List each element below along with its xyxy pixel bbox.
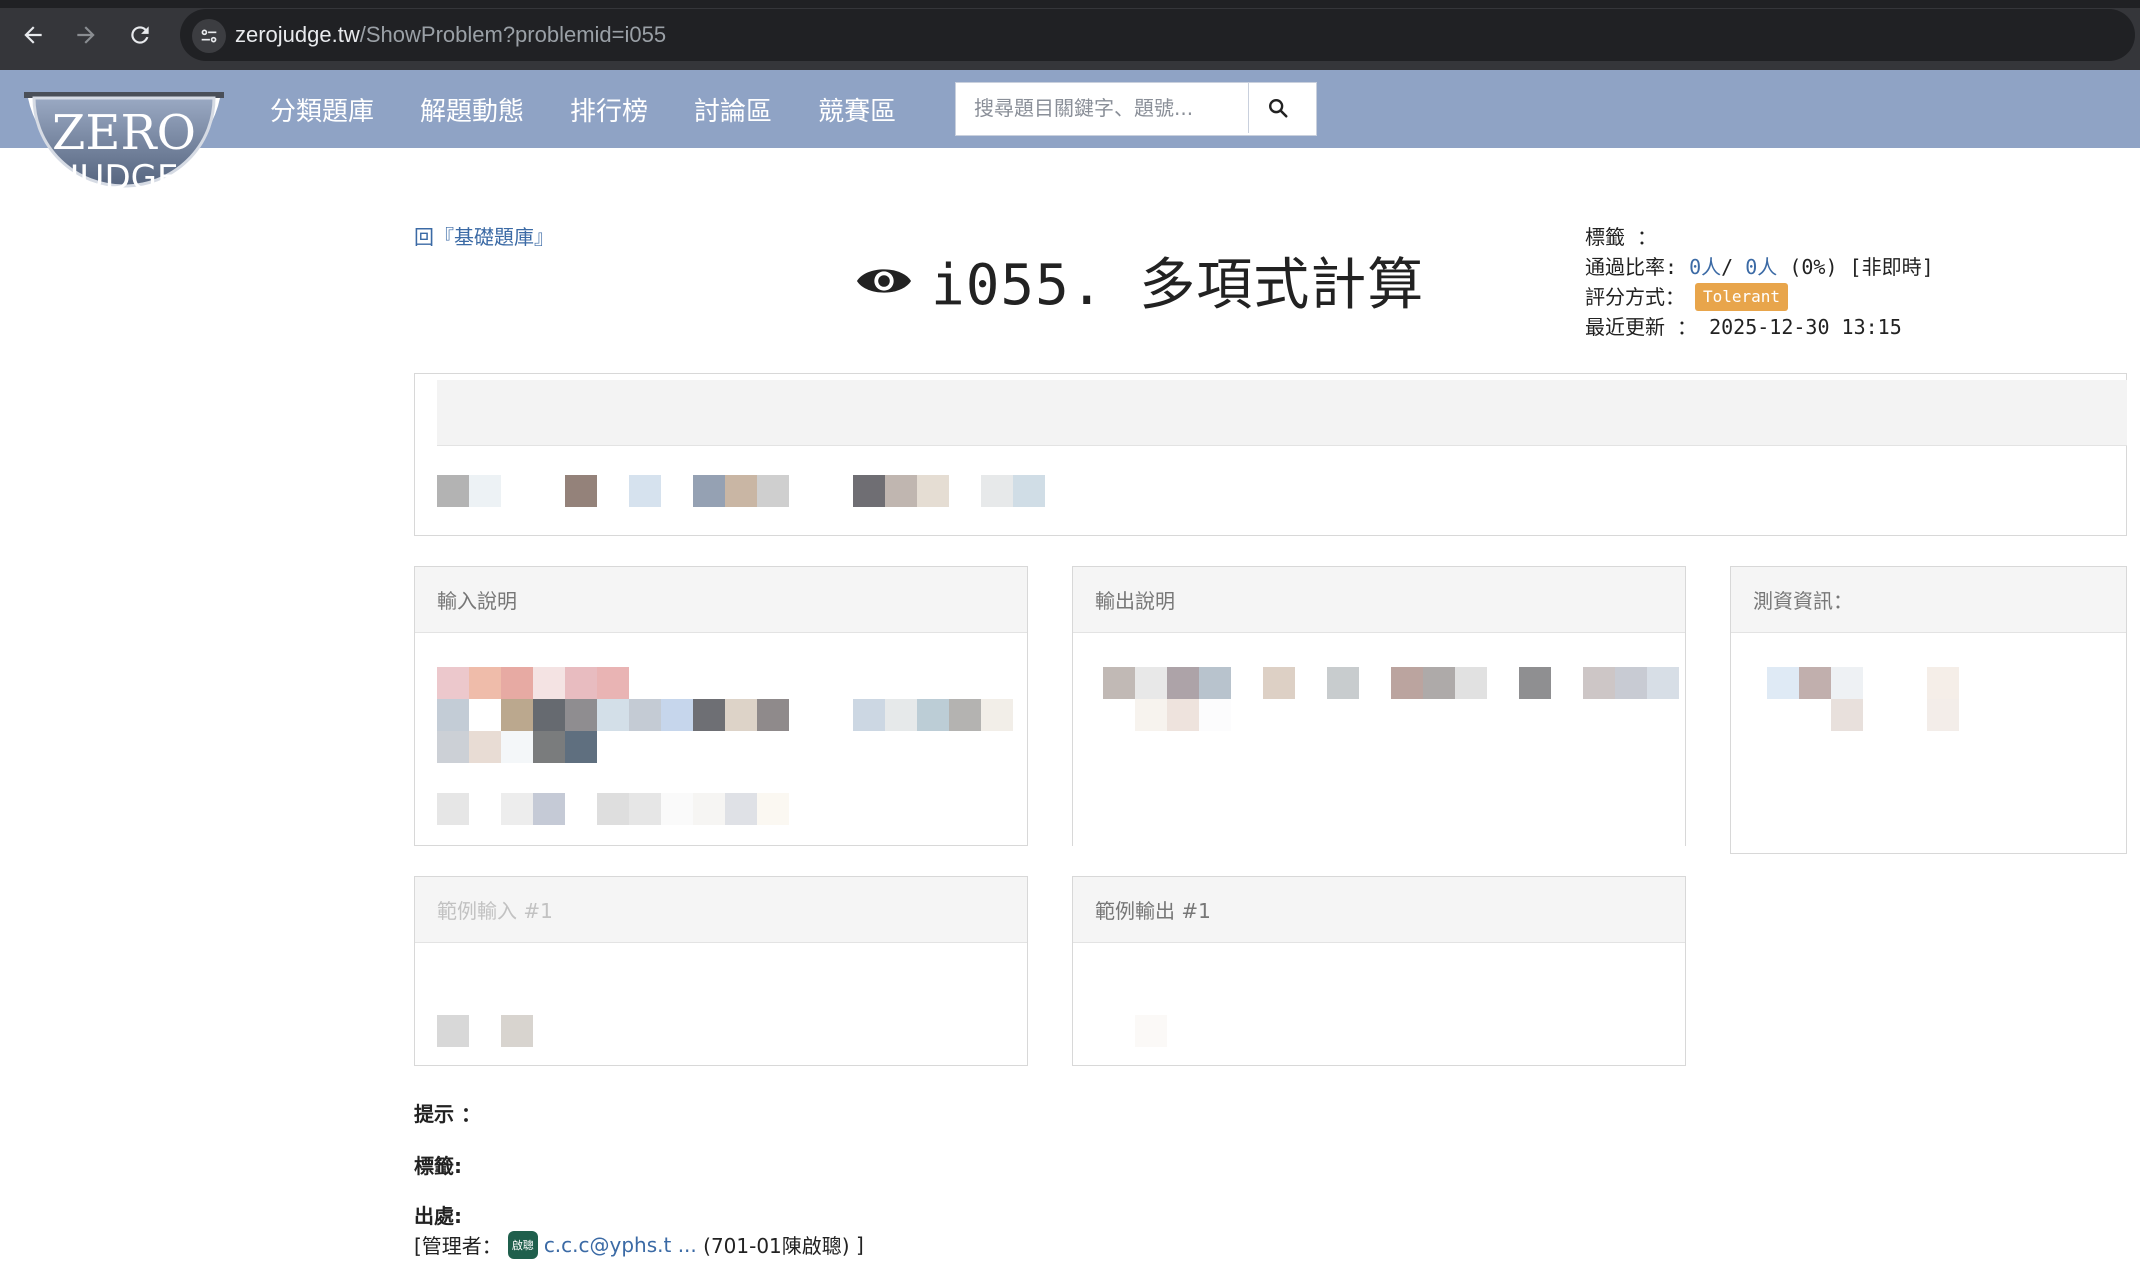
meta-tags-label: 標籤 ：: [1585, 225, 1658, 249]
testdata-blurred-row-2: [1831, 699, 1959, 731]
input-blurred-row-4: [437, 793, 789, 825]
address-bar[interactable]: zerojudge.tw/ShowProblem?problemid=i055: [180, 9, 2135, 61]
output-blurred-row-2: [1135, 699, 1231, 731]
meta-judge-label: 評分方式：: [1585, 285, 1685, 309]
problem-title-text: i055. 多項式計算: [931, 253, 1425, 318]
nav-item-status[interactable]: 解題動態: [420, 91, 524, 128]
problem-meta: 標籤 ： 通過比率: 0人/ 0人 (0%) [非即時] 評分方式： Tolera…: [1585, 222, 1934, 342]
source-label: 出處:: [414, 1204, 462, 1228]
meta-updated-label: 最近更新 ：: [1585, 315, 1698, 339]
sample-output-blurred-content: [1135, 1015, 1167, 1047]
manager-info: [管理者： 啟聰 c.c.c@yphs.t ... (701-01陳啟聰) ]: [414, 1230, 864, 1259]
description-panel: [414, 373, 2127, 536]
output-description-panel: 輸出說明: [1072, 566, 1686, 846]
input-blurred-row-2: [437, 699, 1013, 731]
meta-pass-percent: (0%): [1789, 255, 1838, 279]
testdata-info-header: 測資資訊：: [1731, 567, 2126, 633]
testdata-blurred-row-1: [1767, 667, 1959, 699]
output-description-header: 輸出說明: [1073, 567, 1685, 633]
nav-item-ranking[interactable]: 排行榜: [570, 91, 648, 128]
description-blurred-content: [437, 475, 1045, 507]
search-button[interactable]: [1248, 83, 1307, 133]
manager-suffix: ]: [855, 1232, 864, 1257]
search-box: [955, 82, 1317, 136]
eye-icon: [856, 268, 912, 293]
reload-icon: [131, 26, 149, 44]
sample-output-panel: 範例輸出 #1: [1072, 876, 1686, 1066]
hint-label: 提示 ：: [414, 1102, 481, 1126]
reload-button[interactable]: [122, 17, 158, 53]
back-to-category-link[interactable]: 回『基礎題庫』: [414, 221, 554, 250]
meta-pass-total[interactable]: 0人: [1745, 252, 1777, 282]
forward-button[interactable]: [68, 17, 104, 53]
testdata-info-panel: 測資資訊：: [1730, 566, 2127, 854]
description-header: [437, 380, 2127, 446]
input-description-header: 輸入說明: [415, 567, 1027, 633]
arrow-right-icon: [77, 26, 95, 44]
tab-strip: [0, 0, 2140, 8]
nav-item-contest[interactable]: 競賽區: [818, 91, 896, 128]
search-input[interactable]: [956, 83, 1248, 133]
back-button[interactable]: [15, 17, 51, 53]
output-blurred-row-1: [1103, 667, 1679, 699]
manager-prefix: [管理者：: [414, 1234, 502, 1258]
sample-input-panel: 範例輸入 #1: [414, 876, 1028, 1066]
url-path: /ShowProblem?problemid=i055: [359, 22, 667, 47]
url-text[interactable]: zerojudge.tw/ShowProblem?problemid=i055: [235, 22, 666, 48]
logo-line1: ZERO: [52, 105, 196, 161]
sample-input-blurred-content: [437, 1015, 533, 1047]
url-host: zerojudge.tw: [235, 22, 360, 47]
logo-line2: JUDGE: [68, 158, 179, 198]
search-icon: [1269, 99, 1288, 118]
meta-pass-mode: [非即時]: [1849, 255, 1934, 279]
meta-updated-value: 2025-12-30 13:15: [1709, 315, 1902, 339]
sample-output-header: 範例輸出 #1: [1073, 877, 1685, 943]
main-nav: 分類題庫 解題動態 排行榜 討論區 競賽區: [270, 91, 942, 128]
input-blurred-row-1: [437, 667, 629, 699]
meta-pass-accepted[interactable]: 0人: [1689, 252, 1721, 282]
input-blurred-row-3: [437, 731, 597, 763]
input-description-panel: 輸入說明: [414, 566, 1028, 846]
meta-pass-sep: /: [1721, 255, 1734, 279]
zerojudge-logo[interactable]: ZERO JUDGE: [24, 92, 224, 232]
meta-pass-rate-label: 通過比率:: [1585, 255, 1678, 279]
arrow-left-icon: [24, 26, 42, 44]
nav-item-problems[interactable]: 分類題庫: [270, 91, 374, 128]
tags-label: 標籤:: [414, 1154, 462, 1178]
site-settings-icon[interactable]: [192, 19, 226, 53]
nav-item-forum[interactable]: 討論區: [694, 91, 772, 128]
sample-input-header: 範例輸入 #1: [415, 877, 1027, 943]
browser-toolbar: zerojudge.tw/ShowProblem?problemid=i055: [0, 0, 2140, 70]
manager-name: (701-01陳啟聰): [703, 1234, 850, 1258]
manager-avatar[interactable]: 啟聰: [507, 1230, 538, 1259]
problem-title: i055. 多項式計算: [855, 240, 1424, 321]
manager-id-link[interactable]: c.c.c@yphs.t ...: [544, 1233, 697, 1257]
judge-mode-badge: Tolerant: [1695, 283, 1789, 311]
